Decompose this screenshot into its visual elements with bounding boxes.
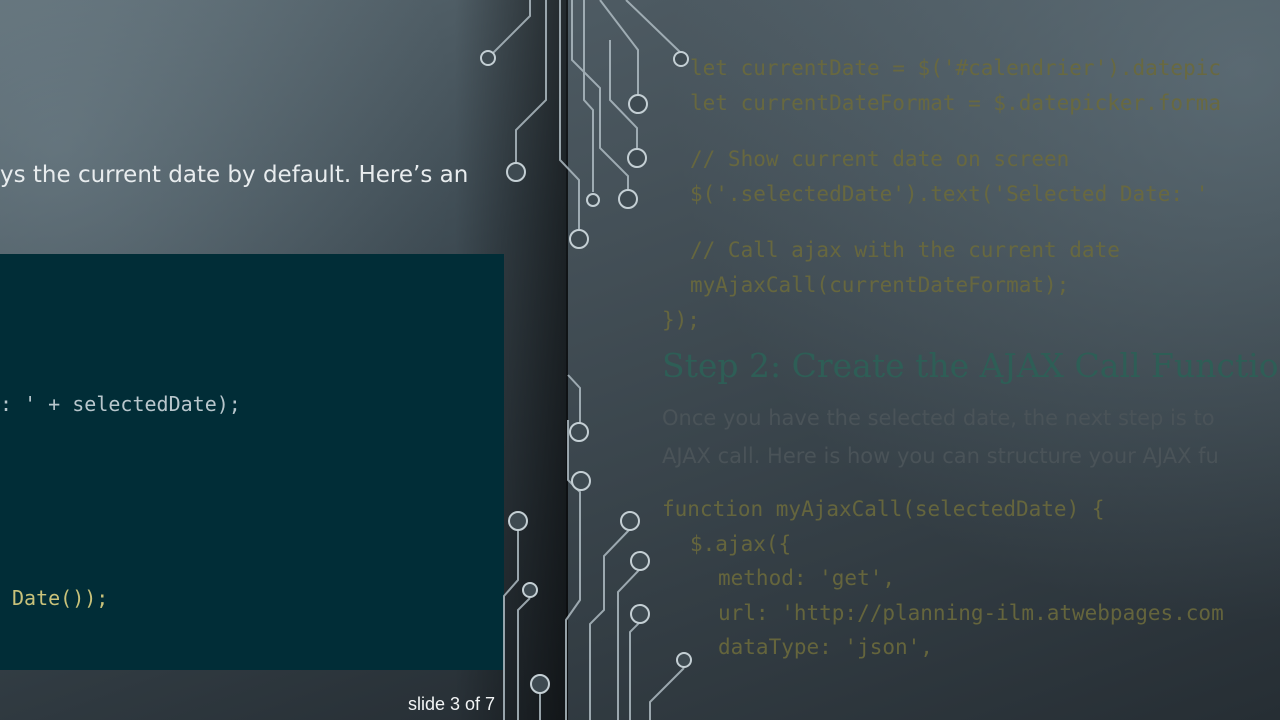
faded-code-line: dataType: 'json', [718,635,933,659]
faded-code-line: $.ajax({ [690,532,792,556]
code-line: : ' + selectedDate); [0,392,241,416]
faded-code-line: myAjaxCall(currentDateFormat); [690,273,1070,297]
faded-code-line: function myAjaxCall(selectedDate) { [662,497,1105,521]
code-line-text: Date()); [12,586,109,610]
faded-code-line: $('.selectedDate').text('Selected Date: … [690,182,1209,206]
slide-intro-text: ys the current date by default. Here’s a… [0,162,469,188]
faded-code-line: let currentDate = $('#calendrier').datep… [690,56,1222,80]
faded-code-line: url: 'http://planning-ilm.atwebpages.com [718,601,1224,625]
code-line: Date()); [12,586,108,610]
faded-paragraph-line: AJAX call. Here is how you can structure… [662,444,1219,468]
next-slide-preview: let currentDate = $('#calendrier').datep… [568,0,1280,720]
slide-counter: slide 3 of 7 [408,694,496,714]
faded-paragraph-line: Once you have the selected date, the nex… [662,406,1215,430]
code-panel: : ' + selectedDate); Date()); [0,254,504,670]
faded-step-heading: Step 2: Create the AJAX Call Functio [662,346,1279,385]
faded-code-line: // Show current date on screen [690,147,1070,171]
faded-code-line: }); [662,308,700,332]
faded-code-line: let currentDateFormat = $.datepicker.for… [690,91,1222,115]
faded-code-line: // Call ajax with the current date [690,238,1120,262]
faded-code-line: method: 'get', [718,566,896,590]
presentation-viewer: ys the current date by default. Here’s a… [0,0,1280,720]
current-slide: ys the current date by default. Here’s a… [0,0,568,720]
